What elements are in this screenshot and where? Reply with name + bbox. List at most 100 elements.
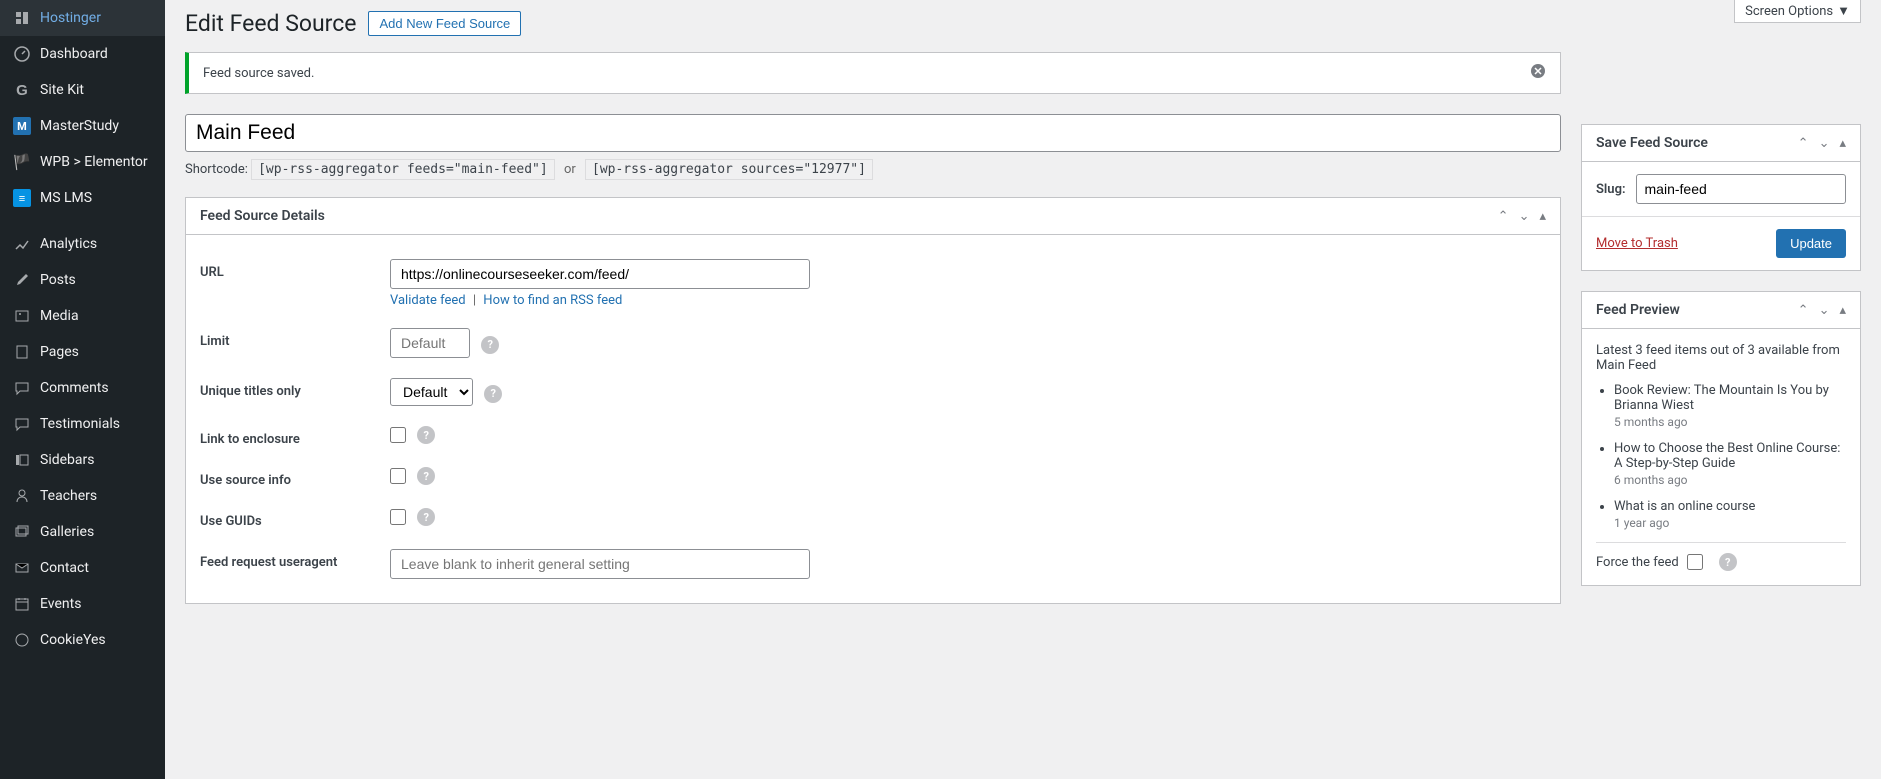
save-feed-source-panel: Save Feed Source ⌃ ⌄ ▴ Slug: Move to Tra… (1581, 124, 1861, 271)
galleries-icon (12, 522, 32, 542)
link-separator: | (473, 293, 476, 308)
panel-title: Feed Preview (1596, 302, 1680, 318)
preview-item-ago: 6 months ago (1614, 473, 1846, 487)
chevron-down-icon: ▼ (1837, 3, 1850, 19)
howto-rss-link[interactable]: How to find an RSS feed (483, 293, 622, 308)
sidebar-item-hostinger[interactable]: Hostinger (0, 0, 165, 36)
screen-options-toggle[interactable]: Screen Options ▼ (1734, 0, 1861, 23)
limit-label: Limit (200, 328, 390, 349)
dismiss-notice-button[interactable] (1530, 63, 1546, 83)
dashboard-icon (12, 44, 32, 64)
use-guids-label: Use GUIDs (200, 508, 390, 529)
help-icon[interactable]: ? (417, 467, 435, 485)
sidebar-item-label: Testimonials (40, 416, 120, 432)
help-icon[interactable]: ? (417, 426, 435, 444)
sidebars-icon (12, 450, 32, 470)
sidebar-item-pages[interactable]: Pages (0, 334, 165, 370)
feed-url-input[interactable] (390, 259, 810, 289)
feed-title-input[interactable] (185, 114, 1561, 152)
sidebar-item-label: Media (40, 308, 79, 324)
contact-icon (12, 558, 32, 578)
flag-icon: 🏴 (12, 152, 32, 172)
sidebar-item-galleries[interactable]: Galleries (0, 514, 165, 550)
sidebar-item-label: Analytics (40, 236, 97, 252)
sidebar-item-comments[interactable]: Comments (0, 370, 165, 406)
use-source-info-checkbox[interactable] (390, 468, 406, 484)
panel-down-icon[interactable]: ⌄ (1819, 303, 1830, 318)
masterstudy-icon: M (12, 116, 32, 136)
sidebar-item-wpb-elementor[interactable]: 🏴 WPB > Elementor (0, 144, 165, 180)
limit-input[interactable] (390, 328, 470, 358)
shortcode-code-2: [wp-rss-aggregator sources="12977"] (585, 159, 873, 180)
sidebar-item-media[interactable]: Media (0, 298, 165, 334)
slug-input[interactable] (1636, 174, 1846, 204)
move-to-trash-link[interactable]: Move to Trash (1596, 236, 1678, 251)
sidebar-item-dashboard[interactable]: Dashboard (0, 36, 165, 72)
sidebar-item-analytics[interactable]: Analytics (0, 226, 165, 262)
panel-collapse-icon[interactable]: ▴ (1839, 303, 1846, 318)
events-icon (12, 594, 32, 614)
sidebar-item-label: Site Kit (40, 82, 84, 98)
sidebar-item-label: Galleries (40, 524, 94, 540)
sidebar-item-sitekit[interactable]: G Site Kit (0, 72, 165, 108)
feed-preview-panel: Feed Preview ⌃ ⌄ ▴ Latest 3 feed items o… (1581, 291, 1861, 586)
force-feed-label: Force the feed (1596, 555, 1679, 570)
sidebar-item-mslms[interactable]: ≡ MS LMS (0, 180, 165, 216)
sidebar-item-masterstudy[interactable]: M MasterStudy (0, 108, 165, 144)
validate-feed-link[interactable]: Validate feed (390, 293, 466, 308)
sidebar-item-sidebars[interactable]: Sidebars (0, 442, 165, 478)
panel-down-icon[interactable]: ⌄ (1519, 209, 1530, 224)
preview-item-title: How to Choose the Best Online Course: A … (1614, 441, 1846, 471)
sidebar-item-label: Events (40, 596, 81, 612)
sidebar-item-testimonials[interactable]: Testimonials (0, 406, 165, 442)
sidebar-item-teachers[interactable]: Teachers (0, 478, 165, 514)
sidebar-item-label: Dashboard (40, 46, 108, 62)
cookieyes-icon (12, 630, 32, 650)
useragent-input[interactable] (390, 549, 810, 579)
preview-item-ago: 1 year ago (1614, 516, 1846, 530)
panel-up-icon[interactable]: ⌃ (1498, 209, 1509, 224)
force-feed-checkbox[interactable] (1687, 554, 1703, 570)
panel-collapse-icon[interactable]: ▴ (1839, 136, 1846, 151)
mslms-icon: ≡ (12, 188, 32, 208)
preview-summary: Latest 3 feed items out of 3 available f… (1596, 343, 1846, 373)
shortcode-code-1: [wp-rss-aggregator feeds="main-feed"] (251, 159, 555, 180)
link-enclosure-checkbox[interactable] (390, 427, 406, 443)
sidebar-item-label: MS LMS (40, 190, 92, 206)
shortcode-label: Shortcode: (185, 162, 248, 177)
help-icon[interactable]: ? (417, 508, 435, 526)
media-icon (12, 306, 32, 326)
preview-item-title: Book Review: The Mountain Is You by Bria… (1614, 383, 1846, 413)
panel-up-icon[interactable]: ⌃ (1798, 303, 1809, 318)
sidebar-item-label: Contact (40, 560, 89, 576)
unique-titles-select[interactable]: Default (390, 378, 473, 406)
panel-title: Feed Source Details (200, 208, 325, 224)
testimonials-icon (12, 414, 32, 434)
sidebar-item-contact[interactable]: Contact (0, 550, 165, 586)
help-icon[interactable]: ? (481, 336, 499, 354)
preview-item: Book Review: The Mountain Is You by Bria… (1614, 383, 1846, 429)
notice-message: Feed source saved. (203, 66, 314, 81)
sidebar-item-label: CookieYes (40, 632, 106, 648)
sidebar-item-events[interactable]: Events (0, 586, 165, 622)
panel-up-icon[interactable]: ⌃ (1798, 136, 1809, 151)
preview-item: How to Choose the Best Online Course: A … (1614, 441, 1846, 487)
sidebar-item-cookieyes[interactable]: CookieYes (0, 622, 165, 658)
slug-label: Slug: (1596, 182, 1626, 197)
feed-source-details-panel: Feed Source Details ⌃ ⌄ ▴ URL (185, 197, 1561, 604)
panel-collapse-icon[interactable]: ▴ (1539, 209, 1546, 224)
help-icon[interactable]: ? (1719, 553, 1737, 571)
use-source-info-label: Use source info (200, 467, 390, 488)
hostinger-icon (12, 8, 32, 28)
update-button[interactable]: Update (1776, 229, 1846, 258)
help-icon[interactable]: ? (484, 385, 502, 403)
screen-options-label: Screen Options (1745, 4, 1833, 19)
posts-icon (12, 270, 32, 290)
preview-item-title: What is an online course (1614, 499, 1846, 514)
sidebar-item-posts[interactable]: Posts (0, 262, 165, 298)
analytics-icon (12, 234, 32, 254)
useragent-label: Feed request useragent (200, 549, 390, 570)
panel-down-icon[interactable]: ⌄ (1819, 136, 1830, 151)
use-guids-checkbox[interactable] (390, 509, 406, 525)
add-new-feed-button[interactable]: Add New Feed Source (368, 11, 521, 36)
